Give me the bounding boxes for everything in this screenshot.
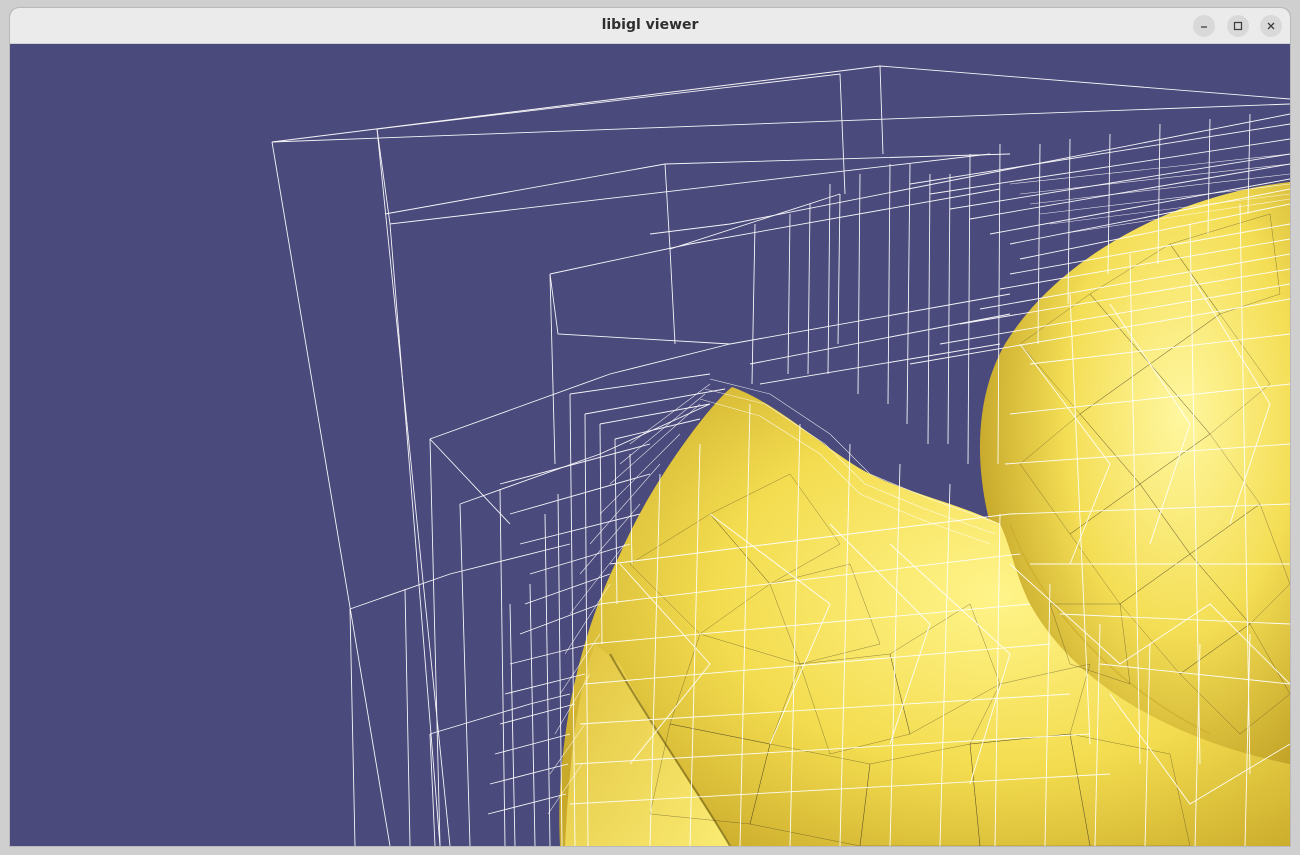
window-title: libigl viewer [601, 17, 699, 33]
title-bar[interactable]: libigl viewer [10, 8, 1290, 44]
maximize-icon [1233, 21, 1243, 31]
3d-viewport[interactable] [10, 44, 1290, 846]
maximize-button[interactable] [1227, 15, 1249, 37]
viewport-canvas[interactable] [10, 44, 1290, 846]
minimize-button[interactable] [1193, 15, 1215, 37]
mesh-surface [559, 182, 1290, 846]
minimize-icon [1199, 21, 1209, 31]
app-window: libigl viewer [10, 8, 1290, 846]
close-button[interactable] [1260, 15, 1282, 37]
close-icon [1266, 21, 1276, 31]
